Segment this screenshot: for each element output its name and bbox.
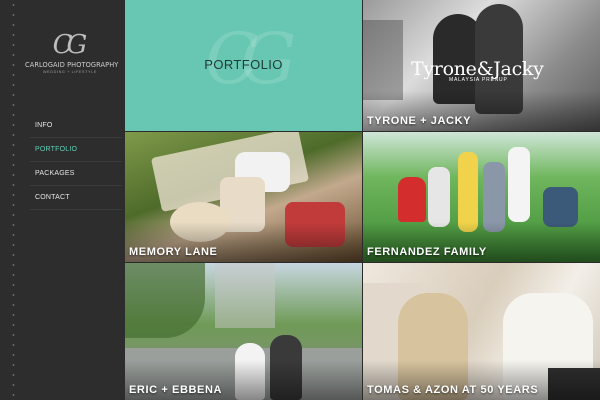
gallery-tile-memory-lane[interactable]: MEMORY LANE [125, 132, 362, 262]
nav-item-portfolio[interactable]: PORTFOLIO [30, 138, 122, 162]
photo-figure [543, 187, 578, 227]
tile-caption: ERIC + EBBENA [129, 384, 223, 396]
gallery-tile-fernandez-family[interactable]: FERNANDEZ FAMILY [363, 132, 600, 262]
nav-item-info[interactable]: INFO [30, 114, 122, 138]
tile-caption: TYRONE + JACKY [367, 115, 472, 127]
nav-item-contact[interactable]: CONTACT [30, 186, 122, 210]
site-logo[interactable]: CG CARLOGAID PHOTOGRAPHY WEDDING + LIFES… [25, 30, 119, 74]
logo-monogram: CG [52, 30, 88, 60]
dotted-rule [12, 0, 15, 400]
tile-caption: MEMORY LANE [129, 246, 218, 258]
gallery-tile-tomas-azon[interactable]: TOMAS & AZON AT 50 YEARS [363, 263, 600, 400]
logo-name: CARLOGAID PHOTOGRAPHY [25, 61, 119, 69]
photo-figure [398, 177, 426, 222]
gallery-tile-eric-ebbena[interactable]: ERIC + EBBENA [125, 263, 362, 400]
tile-caption: FERNANDEZ FAMILY [367, 246, 487, 258]
main-nav: INFO PORTFOLIO PACKAGES CONTACT [30, 114, 122, 210]
nav-item-packages[interactable]: PACKAGES [30, 162, 122, 186]
logo-tagline: WEDDING + LIFESTYLE [42, 70, 98, 74]
tile-caption: TOMAS & AZON AT 50 YEARS [367, 384, 539, 396]
portfolio-header-tile: CG PORTFOLIO [125, 0, 362, 131]
photo-tree [215, 263, 275, 328]
photo-figure [508, 147, 530, 222]
page-title: PORTFOLIO [204, 57, 283, 72]
gallery-tile-tyrone-jacky[interactable]: Tyrone&Jacky MALAYSIA PRENUP TYRONE + JA… [363, 0, 600, 131]
sidebar: CG CARLOGAID PHOTOGRAPHY WEDDING + LIFES… [0, 0, 125, 400]
photo-figure [458, 152, 478, 232]
photo-background [363, 20, 403, 100]
photo-figure [428, 167, 450, 227]
photo-overlay-subtitle: MALAYSIA PRENUP [449, 77, 508, 83]
photo-trees [125, 263, 205, 338]
